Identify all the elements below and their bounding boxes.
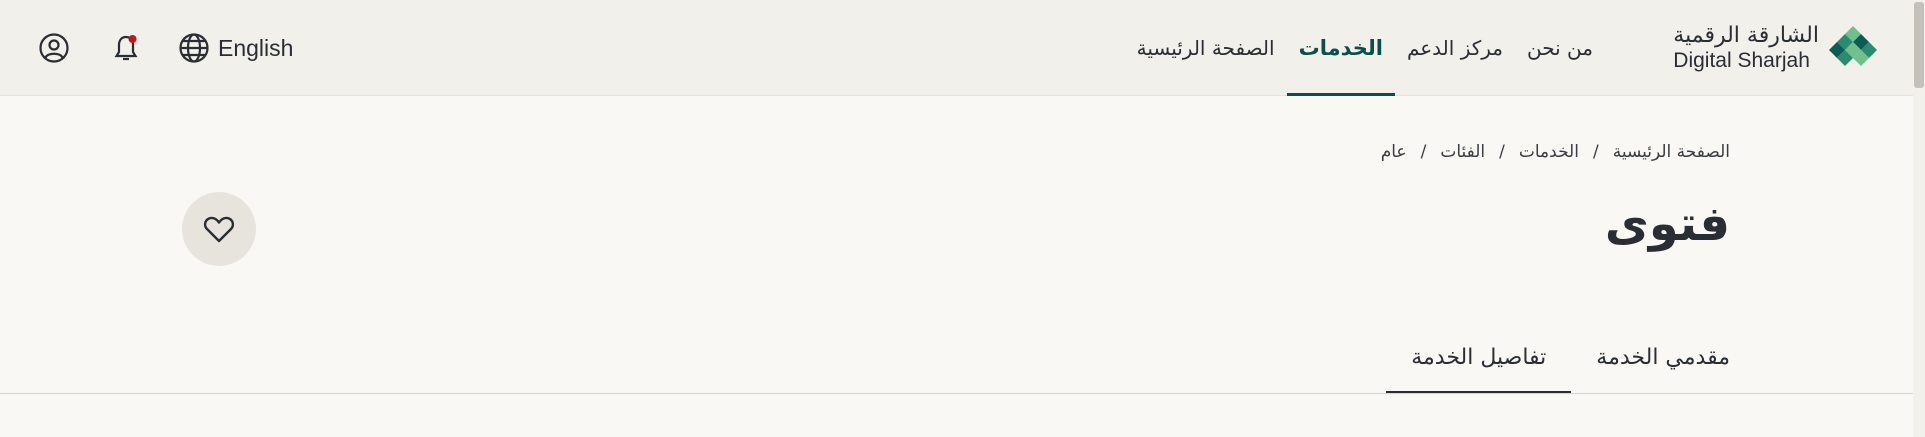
nav-item-support-center[interactable]: مركز الدعم (1395, 0, 1515, 96)
top-header: الشارقة الرقمية Digital Sharjah الصفحة ا… (0, 0, 1925, 96)
heart-icon (203, 216, 235, 243)
digital-sharjah-logo[interactable]: الشارقة الرقمية Digital Sharjah (1673, 20, 1877, 76)
tabs-divider (0, 393, 1925, 394)
favorite-button[interactable] (182, 192, 256, 266)
nav-item-home[interactable]: الصفحة الرئيسية (1125, 0, 1287, 96)
nav-item-about-us[interactable]: من نحن (1515, 0, 1605, 96)
language-switcher[interactable]: English (178, 32, 293, 64)
logo-name-ar: الشارقة الرقمية (1673, 23, 1819, 49)
breadcrumb-separator: / (1592, 142, 1599, 162)
header-utilities: English (36, 26, 293, 70)
profile-icon (39, 33, 69, 63)
tab-service-details[interactable]: تفاصيل الخدمة (1386, 320, 1572, 394)
language-label: English (218, 34, 294, 61)
service-tabs: تفاصيل الخدمة مقدمي الخدمة (1386, 320, 1755, 394)
profile-button[interactable] (36, 30, 72, 66)
breadcrumb-general: عام (1380, 142, 1407, 162)
globe-icon (179, 33, 209, 63)
logo-text: الشارقة الرقمية Digital Sharjah (1673, 23, 1819, 72)
breadcrumb-categories[interactable]: الفئات (1440, 142, 1485, 162)
page-scrollbar[interactable] (1913, 0, 1925, 437)
nav-item-services[interactable]: الخدمات (1286, 0, 1396, 96)
main-nav: الصفحة الرئيسية الخدمات مركز الدعم من نح… (1125, 0, 1605, 96)
logo-name-en: Digital Sharjah (1673, 48, 1810, 72)
page-title: فتوى (1604, 196, 1730, 252)
scrollbar-thumb[interactable] (1914, 2, 1924, 88)
tab-service-providers[interactable]: مقدمي الخدمة (1571, 320, 1755, 394)
breadcrumb-separator: / (1420, 142, 1427, 162)
logo-mark-icon (1829, 26, 1877, 66)
breadcrumb: الصفحة الرئيسية / الخدمات / الفئات / عام (1381, 142, 1730, 162)
breadcrumb-services[interactable]: الخدمات (1519, 142, 1579, 162)
bell-icon (114, 35, 138, 61)
notifications-button[interactable] (108, 30, 144, 66)
breadcrumb-home[interactable]: الصفحة الرئيسية (1613, 142, 1730, 162)
breadcrumb-separator: / (1499, 142, 1505, 162)
